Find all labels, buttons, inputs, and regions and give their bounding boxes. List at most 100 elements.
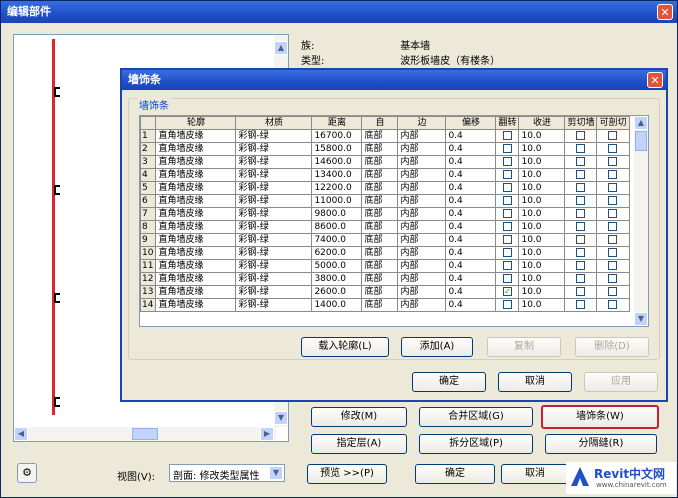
cuts-wall-checkbox[interactable] (564, 181, 598, 195)
material-cell[interactable]: 彩钢-绿 (235, 233, 313, 247)
flip-checkbox[interactable] (495, 246, 520, 260)
distance-cell[interactable]: 13400.0 (311, 168, 363, 182)
setback-cell[interactable]: 10.0 (518, 285, 566, 299)
cuttable-checkbox[interactable] (596, 155, 630, 169)
cuttable-checkbox[interactable] (596, 259, 630, 273)
split-region-button[interactable]: 拆分区域(P) (419, 434, 533, 454)
material-cell[interactable]: 彩钢-绿 (235, 298, 313, 312)
header-cell[interactable]: 自 (361, 116, 399, 130)
row-number[interactable]: 7 (140, 207, 157, 221)
add-button[interactable]: 添加(A) (401, 337, 473, 357)
header-cell[interactable]: 偏移 (445, 116, 497, 130)
cuts-wall-checkbox[interactable] (564, 207, 598, 221)
distance-cell[interactable]: 7400.0 (311, 233, 363, 247)
scroll-thumb[interactable] (635, 131, 647, 151)
material-cell[interactable]: 彩钢-绿 (235, 181, 313, 195)
flip-checkbox[interactable] (495, 272, 520, 286)
header-cell[interactable]: 距离 (311, 116, 363, 130)
offset-cell[interactable]: 0.4 (445, 207, 497, 221)
cuttable-checkbox[interactable] (596, 207, 630, 221)
checkbox-icon[interactable] (608, 260, 618, 270)
setback-cell[interactable]: 10.0 (518, 194, 566, 208)
setback-cell[interactable]: 10.0 (518, 272, 566, 286)
row-number[interactable]: 9 (140, 233, 157, 247)
checkbox-icon[interactable] (608, 286, 618, 296)
from-cell[interactable]: 底部 (361, 181, 399, 195)
side-cell[interactable]: 内部 (397, 181, 447, 195)
dialog-apply-button[interactable]: 应用 (584, 372, 658, 392)
profile-cell[interactable]: 直角墙皮缘 (155, 220, 237, 234)
distance-cell[interactable]: 9800.0 (311, 207, 363, 221)
side-cell[interactable]: 内部 (397, 233, 447, 247)
distance-cell[interactable]: 14600.0 (311, 155, 363, 169)
flip-checkbox[interactable] (495, 259, 520, 273)
preview-button[interactable]: 预览 >>(P) (307, 464, 387, 484)
checkbox-icon[interactable] (608, 247, 618, 257)
side-cell[interactable]: 内部 (397, 194, 447, 208)
flip-checkbox[interactable] (495, 207, 520, 221)
profile-cell[interactable]: 直角墙皮缘 (155, 129, 237, 143)
material-cell[interactable]: 彩钢-绿 (235, 142, 313, 156)
material-cell[interactable]: 彩钢-绿 (235, 129, 313, 143)
flip-checkbox[interactable] (495, 220, 520, 234)
checkbox-icon[interactable] (576, 156, 586, 166)
profile-cell[interactable]: 直角墙皮缘 (155, 272, 237, 286)
cuttable-checkbox[interactable] (596, 246, 630, 260)
cuts-wall-checkbox[interactable] (564, 129, 598, 143)
table-row[interactable]: 14 直角墙皮缘 彩钢-绿 1400.0 底部 内部 0.4 10.0 (140, 298, 630, 312)
cuts-wall-checkbox[interactable] (564, 194, 598, 208)
checkbox-icon[interactable] (502, 221, 512, 231)
from-cell[interactable]: 底部 (361, 129, 399, 143)
cuttable-checkbox[interactable] (596, 233, 630, 247)
profile-cell[interactable]: 直角墙皮缘 (155, 142, 237, 156)
ok-button[interactable]: 确定 (415, 464, 495, 484)
scroll-thumb[interactable] (132, 428, 158, 440)
setback-cell[interactable]: 10.0 (518, 207, 566, 221)
material-cell[interactable]: 彩钢-绿 (235, 285, 313, 299)
material-cell[interactable]: 彩钢-绿 (235, 207, 313, 221)
table-row[interactable]: 10 直角墙皮缘 彩钢-绿 6200.0 底部 内部 0.4 10.0 (140, 246, 630, 260)
distance-cell[interactable]: 5000.0 (311, 259, 363, 273)
cuttable-checkbox[interactable] (596, 272, 630, 286)
row-number[interactable]: 11 (140, 259, 157, 273)
cuttable-checkbox[interactable] (596, 285, 630, 299)
side-cell[interactable]: 内部 (397, 207, 447, 221)
cuttable-checkbox[interactable] (596, 298, 630, 312)
distance-cell[interactable]: 8600.0 (311, 220, 363, 234)
cuts-wall-checkbox[interactable] (564, 259, 598, 273)
checkbox-icon[interactable] (576, 208, 586, 218)
row-number[interactable]: 8 (140, 220, 157, 234)
load-profile-button[interactable]: 载入轮廓(L) (301, 337, 389, 357)
table-row[interactable]: 7 直角墙皮缘 彩钢-绿 9800.0 底部 内部 0.4 10.0 (140, 207, 630, 221)
table-row[interactable]: 3 直角墙皮缘 彩钢-绿 14600.0 底部 内部 0.4 10.0 (140, 155, 630, 169)
setback-cell[interactable]: 10.0 (518, 168, 566, 182)
header-cell[interactable]: 边 (397, 116, 447, 130)
checkbox-icon[interactable] (502, 156, 512, 166)
row-number[interactable]: 10 (140, 246, 157, 260)
table-row[interactable]: 5 直角墙皮缘 彩钢-绿 12200.0 底部 内部 0.4 10.0 (140, 181, 630, 195)
from-cell[interactable]: 底部 (361, 168, 399, 182)
checkbox-icon[interactable] (576, 247, 586, 257)
scroll-up-icon[interactable]: ▲ (274, 41, 288, 55)
row-number[interactable]: 5 (140, 181, 157, 195)
setback-cell[interactable]: 10.0 (518, 259, 566, 273)
from-cell[interactable]: 底部 (361, 233, 399, 247)
assign-layers-button[interactable]: 指定层(A) (311, 434, 407, 454)
profile-cell[interactable]: 直角墙皮缘 (155, 181, 237, 195)
checkbox-icon[interactable] (608, 221, 618, 231)
dialog-cancel-button[interactable]: 取消 (498, 372, 572, 392)
side-cell[interactable]: 内部 (397, 220, 447, 234)
offset-cell[interactable]: 0.4 (445, 298, 497, 312)
header-cell[interactable]: 轮廓 (155, 116, 237, 130)
checkbox-icon[interactable]: ✓ (502, 286, 512, 296)
checkbox-icon[interactable] (608, 156, 618, 166)
merge-regions-button[interactable]: 合并区域(G) (419, 407, 533, 427)
checkbox-icon[interactable] (608, 208, 618, 218)
from-cell[interactable]: 底部 (361, 194, 399, 208)
setback-cell[interactable]: 10.0 (518, 220, 566, 234)
cuts-wall-checkbox[interactable] (564, 142, 598, 156)
profile-cell[interactable]: 直角墙皮缘 (155, 194, 237, 208)
row-number[interactable]: 6 (140, 194, 157, 208)
checkbox-icon[interactable] (608, 273, 618, 283)
chevron-down-icon[interactable]: ▼ (269, 466, 283, 480)
